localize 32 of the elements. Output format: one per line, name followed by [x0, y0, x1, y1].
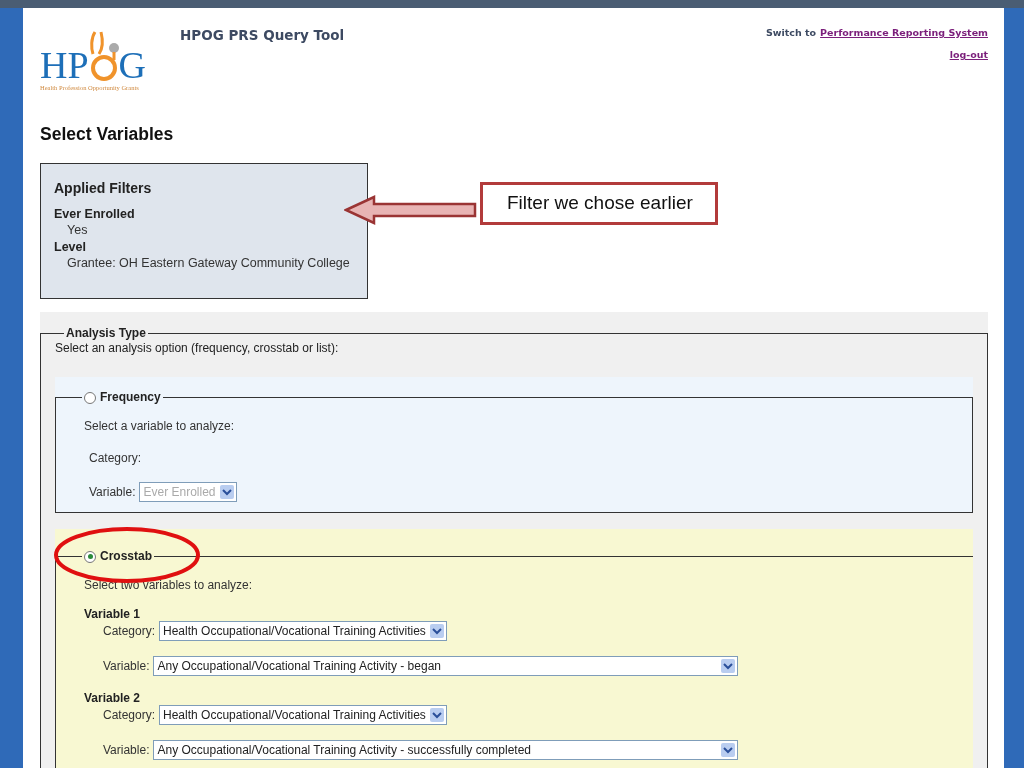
- field-label: Category:: [103, 708, 156, 722]
- field-label: Category:: [89, 451, 143, 465]
- field-label: Category:: [103, 624, 156, 638]
- instruction-text: Select a variable to analyze:: [84, 419, 236, 433]
- logo-text: HP: [40, 46, 89, 84]
- field-label: Variable:: [103, 659, 150, 673]
- annotation-callout: Filter we chose earlier: [480, 182, 718, 225]
- variable-dropdown[interactable]: Any Occupational/Vocational Training Activity - successfully completed: [153, 740, 739, 760]
- switch-label: Switch to: [765, 27, 817, 38]
- filter-value: Yes: [66, 222, 89, 239]
- filter-name: Level: [54, 239, 87, 255]
- filter-value: Grantee: OH Eastern Gateway Community College: [66, 255, 351, 272]
- logo-text: G: [118, 46, 147, 84]
- variable-heading: Variable 1: [84, 607, 142, 621]
- field-label: Variable:: [103, 743, 150, 757]
- field-label: Variable:: [89, 485, 136, 499]
- option-label: Crosstab: [100, 549, 152, 564]
- instruction-text: Select an analysis option (frequency, crosstab or list):: [55, 341, 340, 355]
- app-title: HPOG PRS Query Tool: [180, 26, 345, 43]
- fieldset-legend: Analysis Type: [64, 326, 148, 341]
- variable-dropdown[interactable]: Any Occupational/Vocational Training Activity - began: [153, 656, 739, 676]
- category-dropdown[interactable]: Health Occupational/Vocational Training Activities: [159, 621, 447, 641]
- radio-button[interactable]: [84, 550, 96, 563]
- page-heading: Select Variables: [40, 124, 175, 145]
- option-label: Frequency: [100, 390, 161, 405]
- left-arrow-icon: [344, 195, 478, 225]
- category-dropdown[interactable]: Health Occupational/Vocational Training Activities: [159, 705, 447, 725]
- variable-heading: Variable 2: [84, 691, 142, 705]
- filter-name: Ever Enrolled: [54, 206, 136, 222]
- system-link[interactable]: Performance Reporting System: [820, 27, 988, 38]
- logout-link[interactable]: log-out: [949, 49, 988, 60]
- panel-title: Applied Filters: [54, 180, 153, 196]
